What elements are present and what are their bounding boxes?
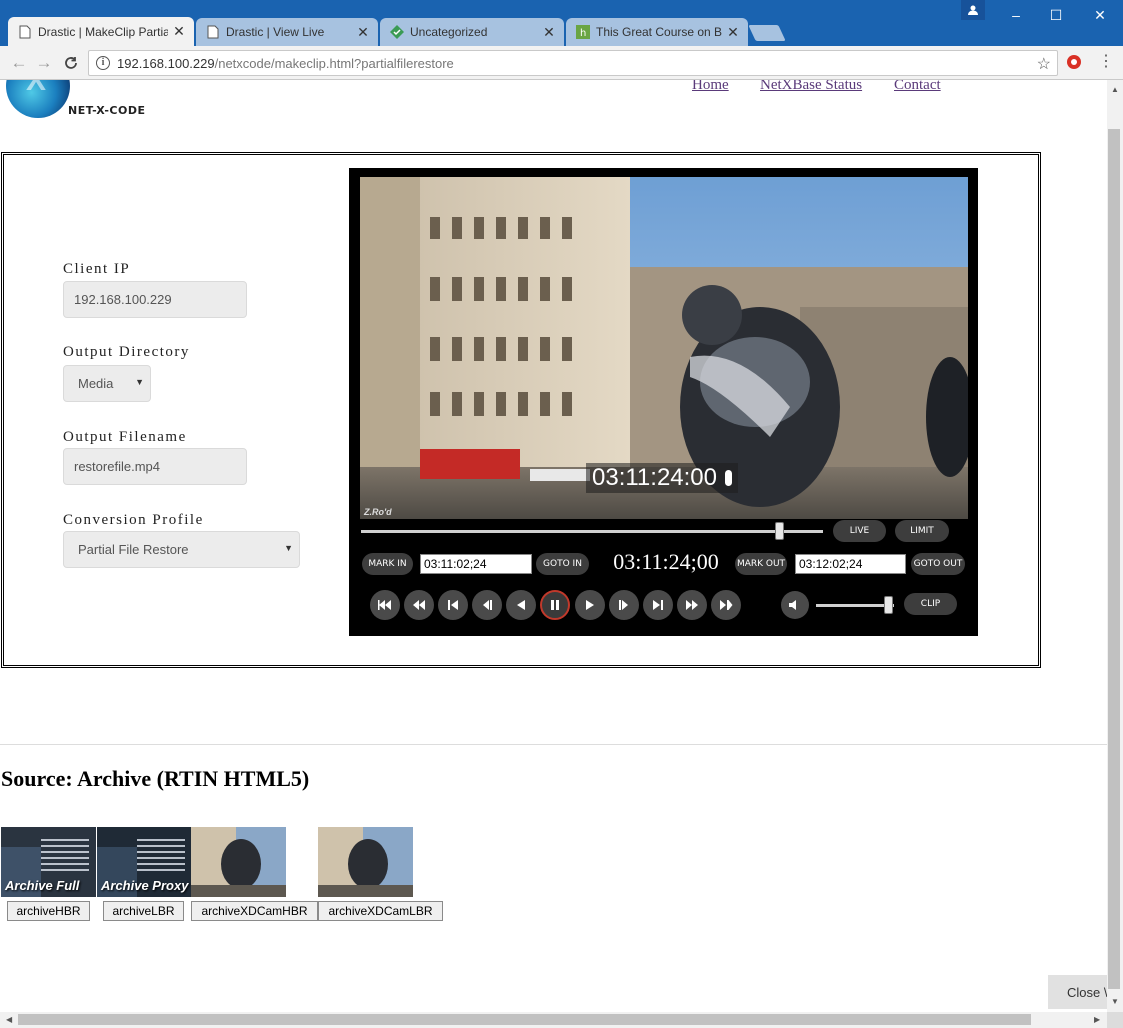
mark-in-button[interactable]: MARK IN [362,553,413,575]
archive-lbr-button[interactable]: archiveLBR [103,901,184,921]
tab-title: Drastic | MakeClip Partial [38,24,168,39]
browser-toolbar: ← → i 192.168.100.229/netxcode/makeclip.… [0,46,1123,80]
output-directory-select[interactable]: Media ▼ [63,365,151,402]
mark-out-field[interactable]: 03:12:02;24 [795,554,906,574]
site-h-icon: h [576,25,590,39]
play-icon[interactable] [575,590,605,620]
conversion-profile-label: Conversion Profile [63,512,204,528]
output-filename-label: Output Filename [63,429,187,445]
back-arrow-icon[interactable]: ← [8,52,30,74]
tab-close-icon[interactable]: ✕ [356,24,370,41]
play-reverse-icon[interactable] [506,590,536,620]
close-window-button[interactable]: ✕ [1077,0,1123,30]
thumbnail-archive-xdcam-hbr[interactable] [191,827,286,897]
bookmark-star-icon[interactable]: ☆ [1037,54,1051,74]
page-content: X NET-X-CODE Home NetXBase Status Contac… [0,80,1107,1012]
address-bar[interactable]: i 192.168.100.229/netxcode/makeclip.html… [88,50,1058,76]
nav-link-netxbase-status[interactable]: NetXBase Status [760,80,862,94]
volume-icon[interactable] [781,591,809,619]
logo-text: NET-X-CODE [68,104,146,117]
forward-arrow-icon[interactable]: → [33,52,55,74]
live-button[interactable]: LIVE [833,520,886,542]
rewind-icon[interactable] [404,590,434,620]
browser-titlebar: Drastic | MakeClip Partial ✕ Drastic | V… [0,0,1123,46]
extension-record-icon[interactable] [1067,55,1081,69]
vertical-scroll-thumb[interactable] [1108,129,1120,989]
horizontal-scroll-thumb[interactable] [18,1014,1031,1025]
new-tab-button[interactable] [748,25,786,41]
skip-back-icon[interactable] [438,590,468,620]
conversion-profile-select[interactable]: Partial File Restore ▼ [63,531,300,568]
timecode-overlay: 03:11:24:00 [586,463,739,493]
nav-link-home[interactable]: Home [692,80,729,94]
reload-icon[interactable] [60,52,82,74]
client-ip-field[interactable]: 192.168.100.229 [63,281,247,318]
section-divider [0,744,1107,745]
tab-close-icon[interactable]: ✕ [726,24,740,41]
goto-out-button[interactable]: GOTO OUT [911,553,965,575]
thumbnail-archive-proxy[interactable]: Archive Proxy [97,827,191,897]
scrub-handle[interactable] [775,522,785,540]
volume-handle[interactable] [883,596,893,614]
site-info-icon[interactable]: i [96,56,110,70]
frame-forward-icon[interactable] [609,590,639,620]
scroll-down-arrow-icon[interactable]: ▼ [1111,997,1119,1006]
go-to-end-icon[interactable] [711,590,741,620]
scroll-up-arrow-icon[interactable]: ▲ [1111,85,1119,94]
video-frame[interactable]: 03:11:24:00 Z.Ro'd [360,177,968,519]
source-heading: Source: Archive (RTIN HTML5) [1,766,310,791]
frame-back-icon[interactable] [472,590,502,620]
goto-in-button[interactable]: GOTO IN [536,553,589,575]
page-icon [18,25,32,39]
close-button[interactable]: Close \ [1048,975,1107,1009]
maximize-button[interactable]: ☐ [1033,0,1079,30]
output-filename-field[interactable]: restorefile.mp4 [63,448,247,485]
go-to-start-icon[interactable] [370,590,400,620]
tab-title: Drastic | View Live [226,25,325,39]
url-text: 192.168.100.229/netxcode/makeclip.html?p… [117,56,454,71]
video-player: 03:11:24:00 Z.Ro'd LIVE LIMIT MARK IN 03… [349,168,978,636]
tab-title: Uncategorized [410,25,488,39]
thumbnail-archive-full[interactable]: Archive Full [1,827,96,897]
output-directory-label: Output Directory [63,344,190,360]
thumbnail-caption: Archive Full [5,878,80,893]
chevron-down-icon: ▼ [284,543,293,553]
skip-forward-icon[interactable] [643,590,673,620]
tab-title: This Great Course on Bea [596,25,722,39]
scroll-left-arrow-icon[interactable]: ◀ [6,1015,12,1024]
volume-slider[interactable] [816,604,894,607]
archive-hbr-button[interactable]: archiveHBR [7,901,90,921]
tab-uncategorized[interactable]: Uncategorized ✕ [380,18,564,46]
fast-forward-icon[interactable] [677,590,707,620]
chevron-down-icon: ▼ [135,377,144,387]
scroll-right-arrow-icon[interactable]: ▶ [1094,1015,1100,1024]
scrub-bar[interactable] [361,530,823,533]
pause-icon[interactable] [540,590,570,620]
video-watermark: Z.Ro'd [364,507,392,517]
svg-text:h: h [580,28,586,39]
net-x-code-logo: X [6,80,70,118]
clip-button[interactable]: CLIP [904,593,957,615]
tab-close-icon[interactable]: ✕ [542,24,556,41]
thumbnail-archive-xdcam-lbr[interactable] [318,827,413,897]
mark-in-field[interactable]: 03:11:02;24 [420,554,532,574]
scrollbar-corner [1107,1012,1123,1028]
tab-makeclip[interactable]: Drastic | MakeClip Partial ✕ [8,17,194,46]
page-icon [206,25,220,39]
tab-great-course[interactable]: h This Great Course on Bea ✕ [566,18,748,46]
menu-kebab-icon[interactable]: ⋮ [1098,54,1114,70]
nav-link-contact[interactable]: Contact [894,80,941,94]
archive-xdcam-hbr-button[interactable]: archiveXDCamHBR [191,901,318,921]
client-ip-label: Client IP [63,261,131,277]
mark-out-button[interactable]: MARK OUT [735,553,787,575]
tab-close-icon[interactable]: ✕ [172,23,186,40]
current-timecode: 03:11:24;00 [613,549,719,574]
site-diamond-icon [390,25,404,39]
profile-icon[interactable] [961,0,985,20]
tab-view-live[interactable]: Drastic | View Live ✕ [196,18,378,46]
thumbnail-caption: Archive Proxy [101,878,189,893]
limit-button[interactable]: LIMIT [895,520,949,542]
archive-xdcam-lbr-button[interactable]: archiveXDCamLBR [318,901,443,921]
